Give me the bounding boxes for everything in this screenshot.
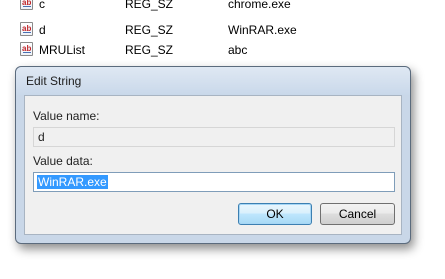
cancel-button[interactable]: Cancel [320, 203, 395, 225]
registry-row[interactable]: ab MRUList REG_SZ abc [0, 41, 445, 59]
value-name-text: d [38, 130, 45, 144]
ok-button[interactable]: OK [238, 203, 312, 225]
registry-row-data: abc [228, 43, 248, 57]
registry-row-data: WinRAR.exe [228, 23, 297, 37]
reg-string-icon: ab [20, 42, 33, 56]
dialog-body: Value name: d Value data: WinRAR.exe OK … [24, 95, 402, 235]
value-name-label: Value name: [33, 109, 100, 123]
registry-row-name: MRUList [39, 43, 86, 57]
dialog-title: Edit String [26, 74, 82, 88]
registry-row-data: chrome.exe [228, 0, 291, 11]
reg-string-icon: ab [20, 0, 33, 10]
registry-row-type: REG_SZ [125, 43, 174, 57]
registry-row-name: d [39, 23, 46, 37]
reg-string-icon: ab [20, 22, 33, 36]
registry-row-type: REG_SZ [125, 0, 174, 11]
value-data-input[interactable]: WinRAR.exe [33, 172, 395, 192]
registry-row-type: REG_SZ [125, 23, 174, 37]
registry-value-list: ab c REG_SZ chrome.exe ab d REG_SZ WinRA… [0, 0, 445, 66]
registry-row[interactable]: ab d REG_SZ WinRAR.exe [0, 21, 445, 39]
value-data-text: WinRAR.exe [37, 175, 108, 189]
screen: ab c REG_SZ chrome.exe ab d REG_SZ WinRA… [0, 0, 445, 279]
dialog-titlebar[interactable]: Edit String [16, 67, 410, 95]
value-data-label: Value data: [33, 154, 93, 168]
registry-row[interactable]: ab c REG_SZ chrome.exe [0, 0, 445, 13]
registry-row-name: c [39, 0, 45, 11]
edit-string-dialog: Edit String Value name: d Value data: Wi… [15, 66, 411, 244]
value-name-field: d [33, 127, 395, 147]
